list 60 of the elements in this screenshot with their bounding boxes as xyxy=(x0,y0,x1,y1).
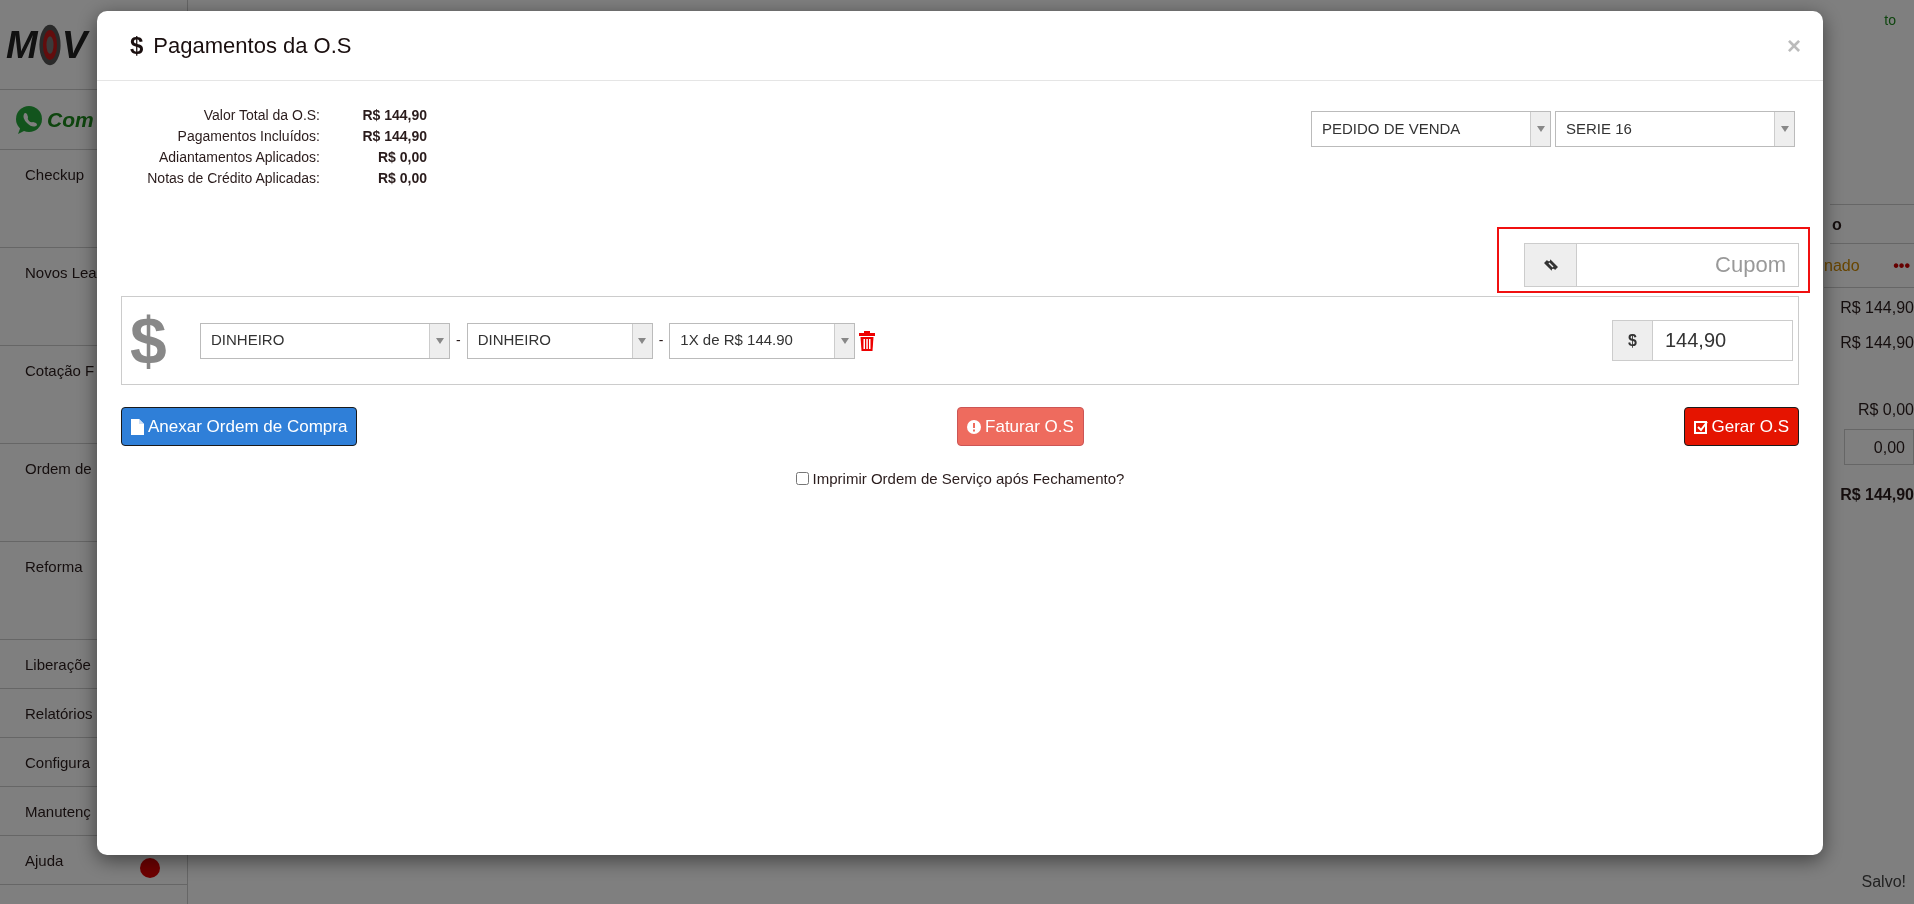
sidebar-item[interactable]: Configura xyxy=(25,754,91,771)
total-label: Valor Total da O.S: xyxy=(202,106,320,125)
status-text: to xyxy=(1884,11,1896,30)
coupon-field[interactable]: Cupom xyxy=(1576,243,1799,287)
caret-icon xyxy=(834,323,855,358)
select-field[interactable]: SERIE 16 xyxy=(1555,111,1795,147)
alert-icon xyxy=(967,419,982,434)
document-icon xyxy=(131,418,144,435)
sidebar-item[interactable]: Ajuda xyxy=(25,852,64,869)
select-field[interactable]: 1X de R$ 144.90 xyxy=(669,322,856,359)
checkbox[interactable] xyxy=(795,472,809,485)
whatsapp-icon[interactable] xyxy=(14,104,44,135)
whatsapp-label[interactable]: Com xyxy=(47,103,94,136)
column-header: o xyxy=(1830,204,1914,244)
modal-title: Pagamentos da O.S xyxy=(153,32,352,60)
invoice-button[interactable]: Faturar O.S xyxy=(957,407,1084,446)
total-value: R$ 0,00 xyxy=(376,148,427,167)
attach-button[interactable]: Anexar Ordem de Compra xyxy=(121,407,358,446)
currency-addon: $ xyxy=(1612,320,1652,361)
amount-text: R$ 144,90 xyxy=(1840,298,1914,318)
sidebar-item[interactable]: Novos Lea xyxy=(25,264,97,281)
sidebar-item[interactable]: Ordem de xyxy=(25,460,92,477)
caret-icon xyxy=(631,323,652,358)
logo-letter: M xyxy=(6,25,38,64)
dollar-icon: $ xyxy=(130,307,192,374)
sidebar-item[interactable]: Checkup xyxy=(25,166,85,183)
amount-text: R$ 0,00 xyxy=(1857,400,1914,420)
ticket-icon xyxy=(1542,257,1559,273)
sidebar-item[interactable]: Manutenç xyxy=(25,803,91,820)
total-text: R$ 144,90 xyxy=(1840,485,1914,505)
select-field[interactable]: DINHEIRO xyxy=(466,322,653,359)
caret-icon xyxy=(429,323,449,358)
generate-button[interactable]: Gerar O.S xyxy=(1683,407,1799,446)
status-text: nado xyxy=(1824,255,1860,276)
separator-text: - xyxy=(658,331,664,350)
separator-text: - xyxy=(456,331,461,350)
total-label: Pagamentos Incluídos: xyxy=(176,127,320,146)
print-option[interactable]: Imprimir Ordem de Serviço após Fechamento? xyxy=(795,468,1125,491)
sidebar-item[interactable]: Cotação F xyxy=(25,362,95,379)
tire-icon xyxy=(37,22,62,67)
total-label: Notas de Crédito Aplicadas: xyxy=(146,169,320,188)
total-value: R$ 144,90 xyxy=(361,106,427,125)
input-field[interactable]: 0,00 xyxy=(1844,429,1914,465)
amount-text: R$ 144,90 xyxy=(1840,333,1914,353)
caret-icon xyxy=(1774,112,1794,146)
caret-icon xyxy=(1530,112,1550,146)
sidebar-item[interactable]: Relatórios xyxy=(25,705,93,722)
amount-field[interactable]: 144,90 xyxy=(1652,320,1793,361)
status-text: Salvo! xyxy=(1861,872,1906,892)
sidebar-item[interactable]: Liberaçõe xyxy=(25,656,91,673)
select-field[interactable]: DINHEIRO xyxy=(200,322,450,359)
select-field[interactable]: PEDIDO DE VENDA xyxy=(1311,111,1551,147)
total-value: R$ 144,90 xyxy=(361,127,427,146)
sidebar-item[interactable]: Reforma xyxy=(25,558,83,575)
total-label: Adiantamentos Aplicados: xyxy=(157,148,320,167)
checkbox-icon xyxy=(1693,419,1708,434)
dollar-icon: $ xyxy=(130,27,144,64)
menu-dots[interactable]: ••• xyxy=(1893,253,1910,278)
total-value: R$ 0,00 xyxy=(376,169,427,188)
trash-icon[interactable] xyxy=(859,331,876,352)
